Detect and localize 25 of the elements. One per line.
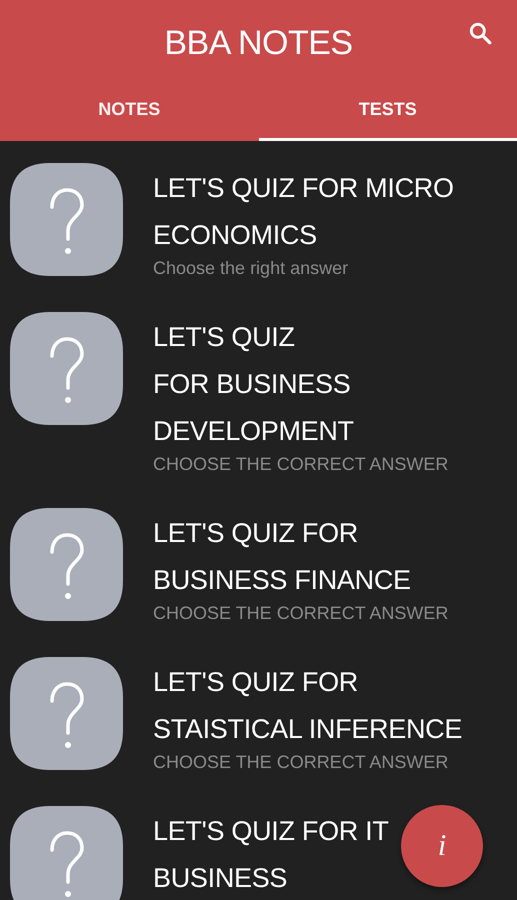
tab[interactable]: TESTS bbox=[258, 86, 517, 141]
quiz-title[interactable]: FOR BUSINESS bbox=[153, 361, 448, 408]
quiz-title[interactable]: LET'S QUIZ FOR bbox=[153, 659, 462, 706]
quiz-title[interactable]: ECONOMICS bbox=[153, 212, 454, 259]
app-title: BBA NOTES bbox=[164, 24, 353, 62]
quiz-subtitle: CHOOSE THE CORRECT ANSWER bbox=[153, 453, 448, 475]
info-button[interactable]: i bbox=[401, 805, 483, 887]
quiz-subtitle: CHOOSE THE CORRECT ANSWER bbox=[153, 751, 450, 773]
quiz-title[interactable]: LET'S QUIZ FOR MICRO bbox=[153, 165, 454, 212]
quiz-title[interactable]: LET'S QUIZ FOR bbox=[153, 510, 448, 557]
quiz-title[interactable]: BUSINESS bbox=[153, 855, 389, 900]
quiz-title[interactable]: BUSINESS FINANCE bbox=[153, 557, 448, 604]
question-mark-icon bbox=[10, 806, 123, 900]
quiz-title[interactable]: STAISTICAL INFERENCE bbox=[153, 706, 462, 753]
quiz-subtitle: CHOOSE THE CORRECT ANSWER bbox=[153, 602, 448, 624]
quiz-title[interactable]: LET'S QUIZ FOR IT bbox=[153, 808, 389, 855]
quiz-title[interactable]: LET'S QUIZ bbox=[153, 314, 448, 361]
tab[interactable]: NOTES bbox=[0, 86, 258, 141]
question-mark-icon bbox=[10, 312, 123, 425]
search-icon bbox=[467, 20, 493, 46]
quiz-subtitle: Choose the right answer bbox=[153, 257, 350, 279]
question-mark-icon bbox=[10, 657, 123, 770]
question-mark-icon bbox=[10, 508, 123, 621]
quiz-title[interactable]: DEVELOPMENT bbox=[153, 408, 448, 455]
question-mark-icon bbox=[10, 163, 123, 276]
